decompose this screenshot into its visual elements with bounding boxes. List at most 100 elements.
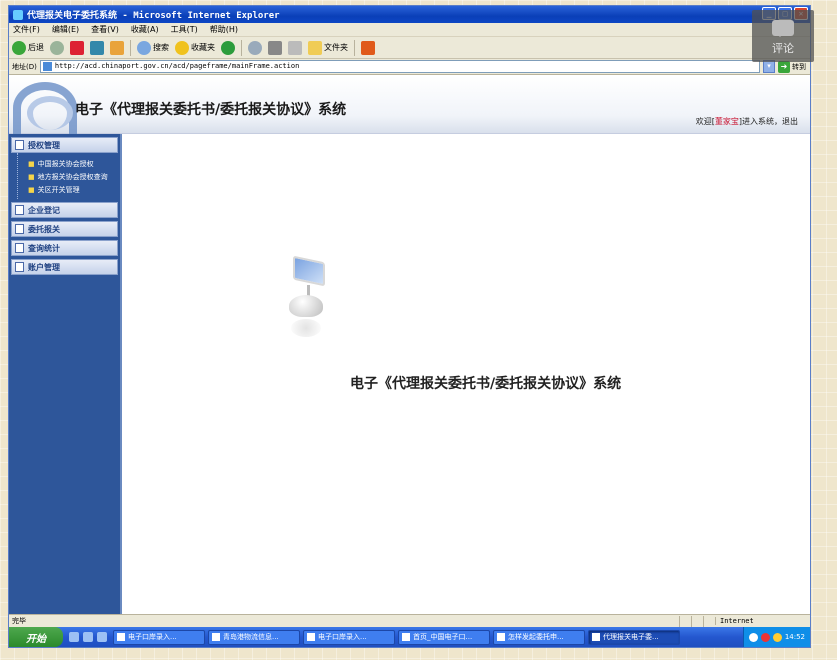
taskbar-task[interactable]: 电子口岸录入... xyxy=(303,629,395,645)
task-label: 怎样发起委托申... xyxy=(508,633,564,641)
task-label: 青岛港物流信息... xyxy=(223,633,279,641)
refresh-icon[interactable] xyxy=(90,40,104,55)
computer-icon xyxy=(289,255,329,344)
bullet-icon: ■ xyxy=(28,186,35,194)
favorites-label: 收藏夹 xyxy=(191,43,215,52)
start-label: 开始 xyxy=(26,633,46,645)
task-label: 代理报关电子委... xyxy=(603,633,659,641)
address-label: 地址(D) xyxy=(12,62,37,71)
book-icon xyxy=(15,140,24,150)
menu-help[interactable]: 帮助(H) xyxy=(210,24,238,35)
center-title: 电子《代理报关委托书/委托报关协议》系统 xyxy=(350,376,622,392)
taskbar: 开始 电子口岸录入... 青岛港物流信息... 电子口岸录入... 首页_中国电… xyxy=(9,627,810,647)
sidebar-section-label: 企业登记 xyxy=(28,205,60,215)
book-icon xyxy=(15,262,24,272)
quick-launch-icon[interactable] xyxy=(97,632,107,642)
search-icon xyxy=(137,40,151,55)
sidebar-item-label: 中国报关协会授权 xyxy=(37,160,94,168)
taobao-extension-icon[interactable] xyxy=(361,40,375,55)
quick-launch xyxy=(63,632,113,642)
edit-icon[interactable] xyxy=(288,40,302,55)
print-icon[interactable] xyxy=(268,40,282,55)
quick-launch-icon[interactable] xyxy=(83,632,93,642)
menu-view[interactable]: 查看(V) xyxy=(91,24,119,35)
menu-favorites[interactable]: 收藏(A) xyxy=(131,24,159,35)
media-icon[interactable] xyxy=(221,40,235,55)
sidebar-item-national-auth[interactable]: ■ 中国报关协会授权 xyxy=(28,158,116,171)
back-button[interactable]: 后退 xyxy=(12,40,44,55)
messenger-icon[interactable] xyxy=(772,632,782,642)
welcome-prefix: 欢迎[ xyxy=(695,117,715,126)
forward-arrow-icon xyxy=(50,40,64,55)
menu-edit[interactable]: 编辑(E) xyxy=(52,24,79,35)
app-header: 电子《代理报关委托书/委托报关协议》系统 欢迎[董家宝]进入系统，退出 xyxy=(9,76,810,134)
task-icon xyxy=(497,633,505,641)
task-icon xyxy=(592,633,600,641)
favorites-button[interactable]: 收藏夹 xyxy=(175,40,215,55)
task-label: 电子口岸录入... xyxy=(128,633,177,641)
mail-icon[interactable] xyxy=(248,40,262,55)
sidebar-section-enterprise[interactable]: 企业登记 xyxy=(11,202,118,218)
star-icon xyxy=(175,40,189,55)
book-icon xyxy=(15,224,24,234)
logout-link[interactable]: ]进入系统，退出 xyxy=(739,117,798,126)
welcome-text: 欢迎[董家宝]进入系统，退出 xyxy=(696,116,798,127)
window-titlebar[interactable]: 代理报关电子委托系统 - Microsoft Internet Explorer… xyxy=(9,6,810,23)
sidebar-section-account[interactable]: 账户管理 xyxy=(11,259,118,275)
task-icon xyxy=(402,633,410,641)
sidebar-item-label: 地方报关协会授权查询 xyxy=(37,173,108,181)
quick-launch-icon[interactable] xyxy=(69,632,79,642)
taskbar-task[interactable]: 首页_中国电子口... xyxy=(398,629,490,645)
menu-tools[interactable]: 工具(T) xyxy=(171,24,198,35)
task-label: 电子口岸录入... xyxy=(318,633,367,641)
go-label: 转到 xyxy=(792,62,806,71)
sidebar-section-label: 查询统计 xyxy=(28,243,60,253)
sidebar-item-local-auth[interactable]: ■ 地方报关协会授权查询 xyxy=(28,171,116,184)
app-logo xyxy=(13,82,77,134)
task-icon xyxy=(212,633,220,641)
bullet-icon: ■ xyxy=(28,173,35,181)
bullet-icon: ■ xyxy=(28,160,35,168)
home-icon[interactable] xyxy=(110,40,124,55)
sidebar: 授权管理 ■ 中国报关协会授权 ■ 地方报关协会授权查询 ■ 关区开关管理 企业… xyxy=(9,134,122,614)
taskbar-task[interactable]: 电子口岸录入... xyxy=(113,629,205,645)
clock: 14:52 xyxy=(784,633,805,641)
forward-button[interactable] xyxy=(50,40,64,55)
toolbar: 后退 搜索 收藏夹 文件夹 xyxy=(9,37,810,59)
sidebar-section-label: 授权管理 xyxy=(28,140,60,150)
menu-file[interactable]: 文件(F) xyxy=(13,24,40,35)
address-url: http://acd.chinaport.gov.cn/acd/pagefram… xyxy=(54,62,300,70)
sidebar-section-entrust[interactable]: 委托报关 xyxy=(11,221,118,237)
ie-icon xyxy=(13,9,23,20)
task-label: 首页_中国电子口... xyxy=(413,633,473,641)
start-button[interactable]: 开始 xyxy=(9,627,63,647)
app-title: 电子《代理报关委托书/委托报关协议》系统 xyxy=(75,102,347,118)
taskbar-task[interactable]: 青岛港物流信息... xyxy=(208,629,300,645)
comment-button[interactable]: 评论 xyxy=(752,10,814,62)
antivirus-icon[interactable] xyxy=(760,632,770,642)
statusbar: 完毕 Internet xyxy=(9,614,810,627)
sidebar-section-authorization[interactable]: 授权管理 xyxy=(11,137,118,153)
address-bar: 地址(D) http://acd.chinaport.gov.cn/acd/pa… xyxy=(9,59,810,75)
toolbar-separator xyxy=(241,39,242,56)
go-arrow-icon: ➜ xyxy=(778,60,790,73)
go-button[interactable]: ➜ 转到 xyxy=(778,60,810,73)
username-link[interactable]: 董家宝 xyxy=(715,117,739,126)
page-content: 电子《代理报关委托书/委托报关协议》系统 欢迎[董家宝]进入系统，退出 授权管理… xyxy=(9,76,810,614)
folder-icon xyxy=(308,40,322,55)
book-icon xyxy=(15,243,24,253)
stop-icon[interactable] xyxy=(70,40,84,55)
sidebar-section-query[interactable]: 查询统计 xyxy=(11,240,118,256)
folders-button[interactable]: 文件夹 xyxy=(308,40,348,55)
page-icon xyxy=(42,62,52,71)
search-button[interactable]: 搜索 xyxy=(137,40,169,55)
main-area: 电子《代理报关委托书/委托报关协议》系统 xyxy=(124,134,810,614)
sidebar-item-customs-switch[interactable]: ■ 关区开关管理 xyxy=(28,184,116,197)
status-cell xyxy=(679,615,691,627)
taskbar-task-active[interactable]: 代理报关电子委... xyxy=(588,629,680,645)
taskbar-task[interactable]: 怎样发起委托申... xyxy=(493,629,585,645)
task-icon xyxy=(117,633,125,641)
sidebar-section-label: 委托报关 xyxy=(28,224,60,234)
address-input[interactable]: http://acd.chinaport.gov.cn/acd/pagefram… xyxy=(39,60,760,73)
network-icon[interactable] xyxy=(748,632,758,642)
